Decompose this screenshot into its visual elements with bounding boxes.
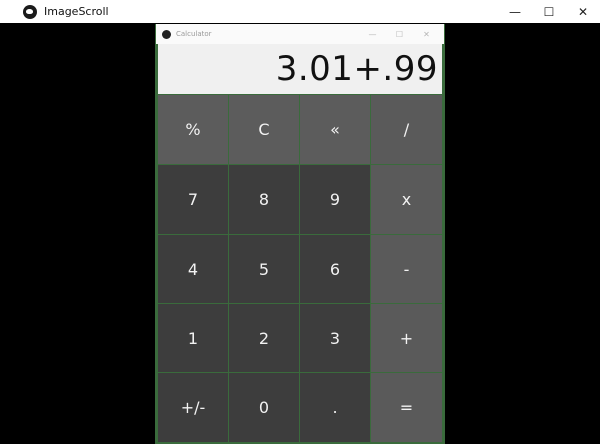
outer-window-title: ImageScroll <box>44 5 109 18</box>
key-11[interactable]: - <box>371 235 442 303</box>
key-5[interactable]: 8 <box>229 165 299 234</box>
key-17[interactable]: 0 <box>229 373 299 442</box>
calculator-window-controls: — ☐ ✕ <box>359 24 440 44</box>
key-13[interactable]: 2 <box>229 304 299 372</box>
key-3[interactable]: / <box>371 95 442 164</box>
outer-window-controls: — ☐ ✕ <box>498 0 600 23</box>
calculator-display: 3.01+.99 <box>158 44 442 94</box>
display-value: 3.01+.99 <box>275 49 438 89</box>
minimize-button[interactable]: — <box>498 0 532 23</box>
key-0[interactable]: % <box>158 95 228 164</box>
keypad: % C «/7 8 9 x 4 5 6-1 2 3 + +/- 0. = <box>158 95 442 444</box>
key-9[interactable]: 5 <box>229 235 299 303</box>
app-icon <box>23 4 37 19</box>
key-1[interactable]: C <box>229 95 299 164</box>
calculator-titlebar[interactable]: Calculator — ☐ ✕ <box>156 24 444 44</box>
calculator-minimize-button[interactable]: — <box>359 24 386 44</box>
calculator-app-icon <box>162 29 171 39</box>
key-6[interactable]: 9 <box>300 165 370 234</box>
calculator-maximize-button[interactable]: ☐ <box>386 24 413 44</box>
key-15[interactable]: + <box>371 304 442 372</box>
maximize-button[interactable]: ☐ <box>532 0 566 23</box>
calculator-close-button[interactable]: ✕ <box>413 24 440 44</box>
close-button[interactable]: ✕ <box>566 0 600 23</box>
key-19[interactable]: = <box>371 373 442 442</box>
key-16[interactable]: +/- <box>158 373 228 442</box>
key-2[interactable]: « <box>300 95 370 164</box>
key-14[interactable]: 3 <box>300 304 370 372</box>
key-12[interactable]: 1 <box>158 304 228 372</box>
key-10[interactable]: 6 <box>300 235 370 303</box>
key-8[interactable]: 4 <box>158 235 228 303</box>
key-4[interactable]: 7 <box>158 165 228 234</box>
key-18[interactable]: . <box>300 373 370 442</box>
calculator-title: Calculator <box>176 30 212 38</box>
outer-titlebar[interactable]: ImageScroll — ☐ ✕ <box>0 0 600 23</box>
